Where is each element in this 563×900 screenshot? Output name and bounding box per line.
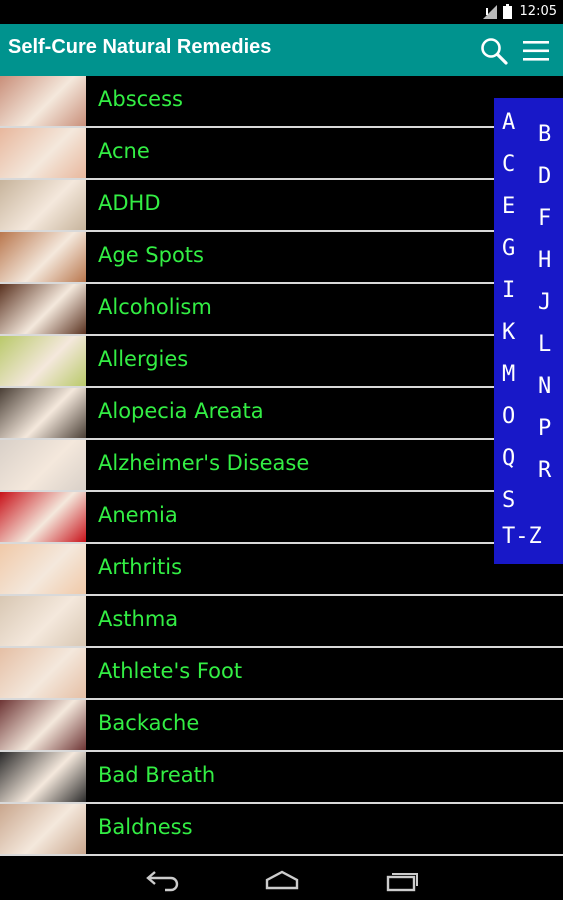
thumbnail-image — [0, 440, 86, 490]
status-time: 12:05 — [519, 4, 557, 19]
thumbnail-image — [0, 544, 86, 594]
index-letter[interactable]: J — [538, 290, 551, 315]
index-letter[interactable]: O — [502, 404, 515, 429]
list-item-label: Age Spots — [98, 243, 204, 267]
thumbnail-image — [0, 492, 86, 542]
index-letter[interactable]: E — [502, 194, 515, 219]
thumbnail-image — [0, 128, 86, 178]
thumbnail-image — [0, 76, 86, 126]
index-letter[interactable]: M — [502, 362, 515, 387]
thumbnail-image — [0, 284, 86, 334]
index-letter[interactable]: K — [502, 320, 515, 345]
list-item[interactable]: Alcoholism — [0, 284, 563, 336]
list-item-label: Arthritis — [98, 555, 183, 579]
thumbnail-image — [0, 804, 86, 854]
list-item-label: Bad Breath — [98, 763, 216, 787]
thumbnail-image — [0, 232, 86, 282]
list-item[interactable]: Asthma — [0, 596, 563, 648]
list-item[interactable]: Age Spots — [0, 232, 563, 284]
index-letter[interactable]: T-Z — [502, 524, 542, 549]
list-item[interactable]: Allergies — [0, 336, 563, 388]
list-item[interactable]: Arthritis — [0, 544, 563, 596]
list-item-label: Alopecia Areata — [98, 399, 264, 423]
list-item-label: Alzheimer's Disease — [98, 451, 310, 475]
index-letter[interactable]: H — [538, 248, 551, 273]
thumbnail-image — [0, 388, 86, 438]
index-letter[interactable]: I — [502, 278, 515, 303]
index-letter[interactable]: F — [538, 206, 551, 231]
status-bar: 12:05 — [0, 0, 563, 24]
app-title: Self-Cure Natural Remedies — [8, 36, 272, 58]
thumbnail-image — [0, 700, 86, 750]
index-letter[interactable]: N — [538, 374, 551, 399]
list-item[interactable]: Athlete's Foot — [0, 648, 563, 700]
thumbnail-image — [0, 752, 86, 802]
thumbnail-image — [0, 180, 86, 230]
home-icon[interactable] — [264, 868, 300, 892]
list-item-label: ADHD — [98, 191, 161, 215]
index-letter[interactable]: S — [502, 488, 515, 513]
battery-icon — [503, 4, 512, 19]
thumbnail-image — [0, 648, 86, 698]
index-letter[interactable]: G — [502, 236, 515, 261]
signal-icon — [483, 5, 497, 19]
list-item[interactable]: Acne — [0, 128, 563, 180]
action-bar: Self-Cure Natural Remedies — [0, 24, 563, 76]
search-icon[interactable] — [479, 36, 509, 66]
recent-apps-icon[interactable] — [385, 868, 421, 892]
back-icon[interactable] — [145, 868, 181, 892]
index-letter[interactable]: C — [502, 152, 515, 177]
list-item-label: Acne — [98, 139, 150, 163]
index-letter[interactable]: A — [502, 110, 515, 135]
index-letter[interactable]: L — [538, 332, 551, 357]
list-item[interactable]: Anemia — [0, 492, 563, 544]
alphabet-index: A B C D E F G H I J K L M N O P Q R S T-Z — [494, 98, 563, 564]
list-item[interactable]: Backache — [0, 700, 563, 752]
list-item-label: Asthma — [98, 607, 179, 631]
list-item[interactable]: Baldness — [0, 804, 563, 856]
index-letter[interactable]: Q — [502, 446, 515, 471]
list-item[interactable]: Alzheimer's Disease — [0, 440, 563, 492]
thumbnail-image — [0, 336, 86, 386]
list-item-label: Abscess — [98, 87, 183, 111]
list-item-label: Anemia — [98, 503, 178, 527]
list-item-label: Allergies — [98, 347, 189, 371]
navigation-bar — [0, 860, 563, 900]
index-letter[interactable]: D — [538, 164, 551, 189]
menu-icon[interactable] — [521, 37, 551, 65]
list-item-label: Baldness — [98, 815, 193, 839]
list-item-label: Alcoholism — [98, 295, 212, 319]
index-letter[interactable]: P — [538, 416, 551, 441]
list-item-label: Athlete's Foot — [98, 659, 243, 683]
thumbnail-image — [0, 596, 86, 646]
index-letter[interactable]: B — [538, 122, 551, 147]
list-item-label: Backache — [98, 711, 200, 735]
list-item[interactable]: ADHD — [0, 180, 563, 232]
remedy-list: Abscess Acne ADHD Age Spots Alcoholism Allerg… — [0, 76, 563, 856]
list-item[interactable]: Alopecia Areata — [0, 388, 563, 440]
index-letter[interactable]: R — [538, 458, 551, 483]
list-item[interactable]: Bad Breath — [0, 752, 563, 804]
list-item[interactable]: Abscess — [0, 76, 563, 128]
